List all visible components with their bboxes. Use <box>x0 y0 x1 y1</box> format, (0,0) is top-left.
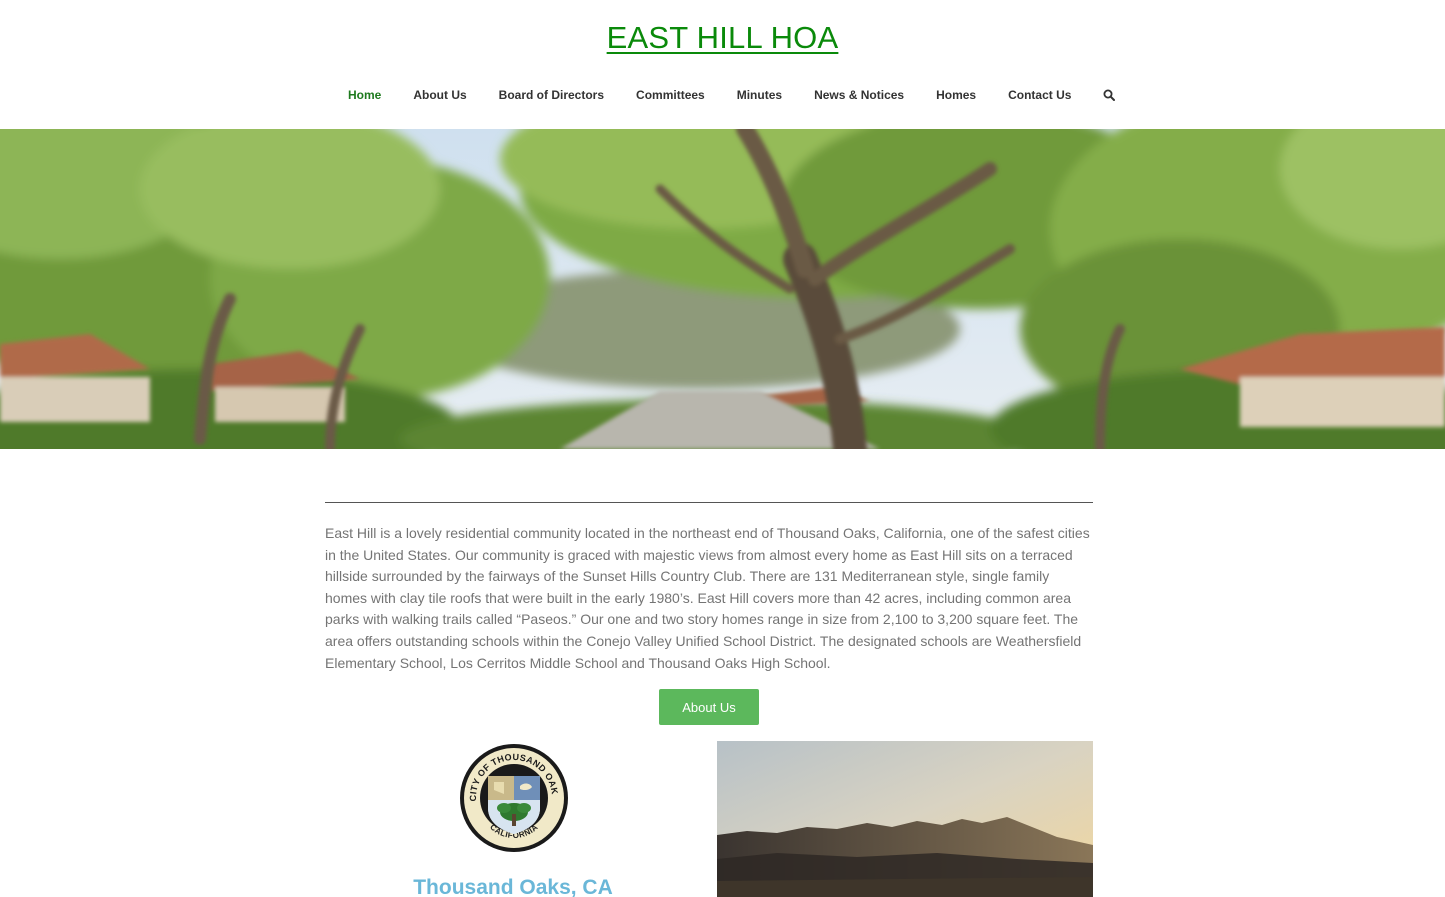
section-divider <box>325 502 1093 503</box>
nav-item-contact-us[interactable]: Contact Us <box>992 88 1087 102</box>
nav-item-board-of-directors[interactable]: Board of Directors <box>483 88 620 102</box>
site-header: EAST HILL HOA Home About Us Board of Dir… <box>0 0 1445 129</box>
nav-item-homes[interactable]: Homes <box>920 88 992 102</box>
site-title-text[interactable]: EAST HILL HOA <box>607 20 839 55</box>
city-seal-logo: CITY OF THOUSAND OAKS CALIFORNIA <box>455 734 570 854</box>
nav-item-committees[interactable]: Committees <box>620 88 721 102</box>
main-nav: Home About Us Board of Directors Committ… <box>332 86 1131 104</box>
nav-item-news-notices[interactable]: News & Notices <box>798 88 920 102</box>
city-heading: Thousand Oaks, CA <box>413 876 613 897</box>
intro-paragraph: East Hill is a lovely residential commun… <box>325 525 1090 671</box>
mountain-photo <box>717 741 1093 897</box>
nav-item-about-us[interactable]: About Us <box>397 88 482 102</box>
nav-item-minutes[interactable]: Minutes <box>721 88 798 102</box>
hero-image <box>0 129 1445 449</box>
about-us-button[interactable]: About Us <box>659 689 759 725</box>
search-icon <box>1103 89 1116 101</box>
search-button[interactable] <box>1087 89 1131 101</box>
site-title[interactable]: EAST HILL HOA <box>0 20 1445 56</box>
hero-banner <box>0 129 1445 449</box>
intro-section: East Hill is a lovely residential commun… <box>325 502 1093 674</box>
nav-item-home[interactable]: Home <box>332 88 397 102</box>
